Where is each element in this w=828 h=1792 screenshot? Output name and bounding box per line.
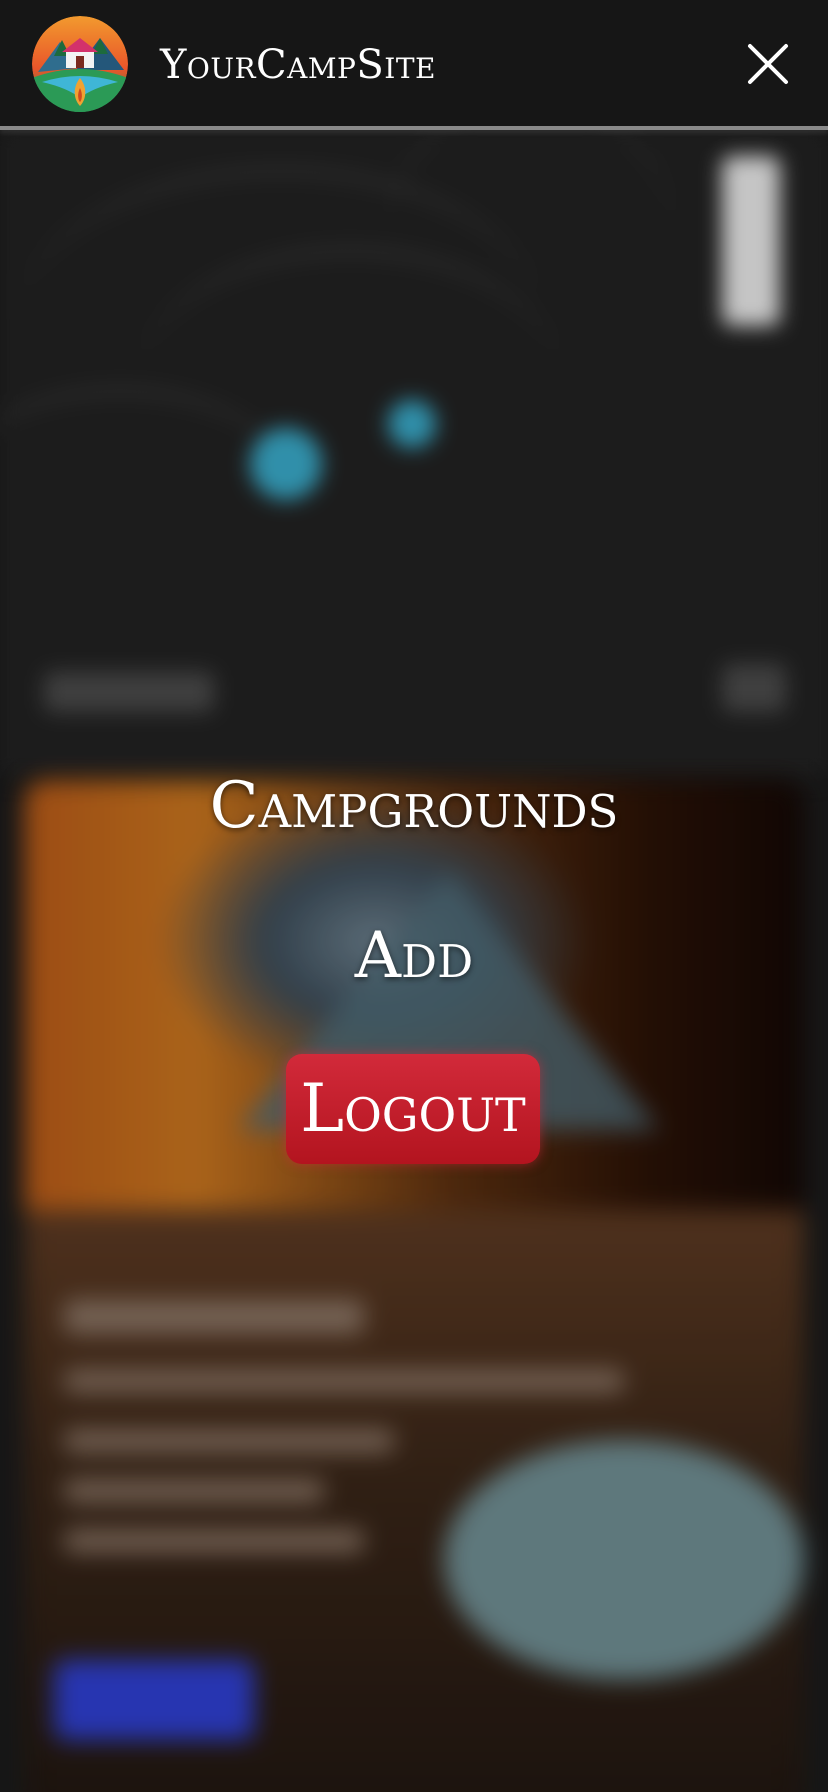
menu-item-add[interactable]: Add <box>0 916 828 996</box>
close-icon[interactable] <box>744 40 792 88</box>
top-navbar: YourCampSite <box>0 0 828 130</box>
mobile-nav-menu: Campgrounds Add Logout <box>0 130 828 1792</box>
campsite-logo-icon[interactable] <box>32 16 128 112</box>
menu-item-campgrounds[interactable]: Campgrounds <box>0 766 828 846</box>
logout-button[interactable]: Logout <box>286 1054 540 1164</box>
brand-title[interactable]: YourCampSite <box>160 40 436 90</box>
